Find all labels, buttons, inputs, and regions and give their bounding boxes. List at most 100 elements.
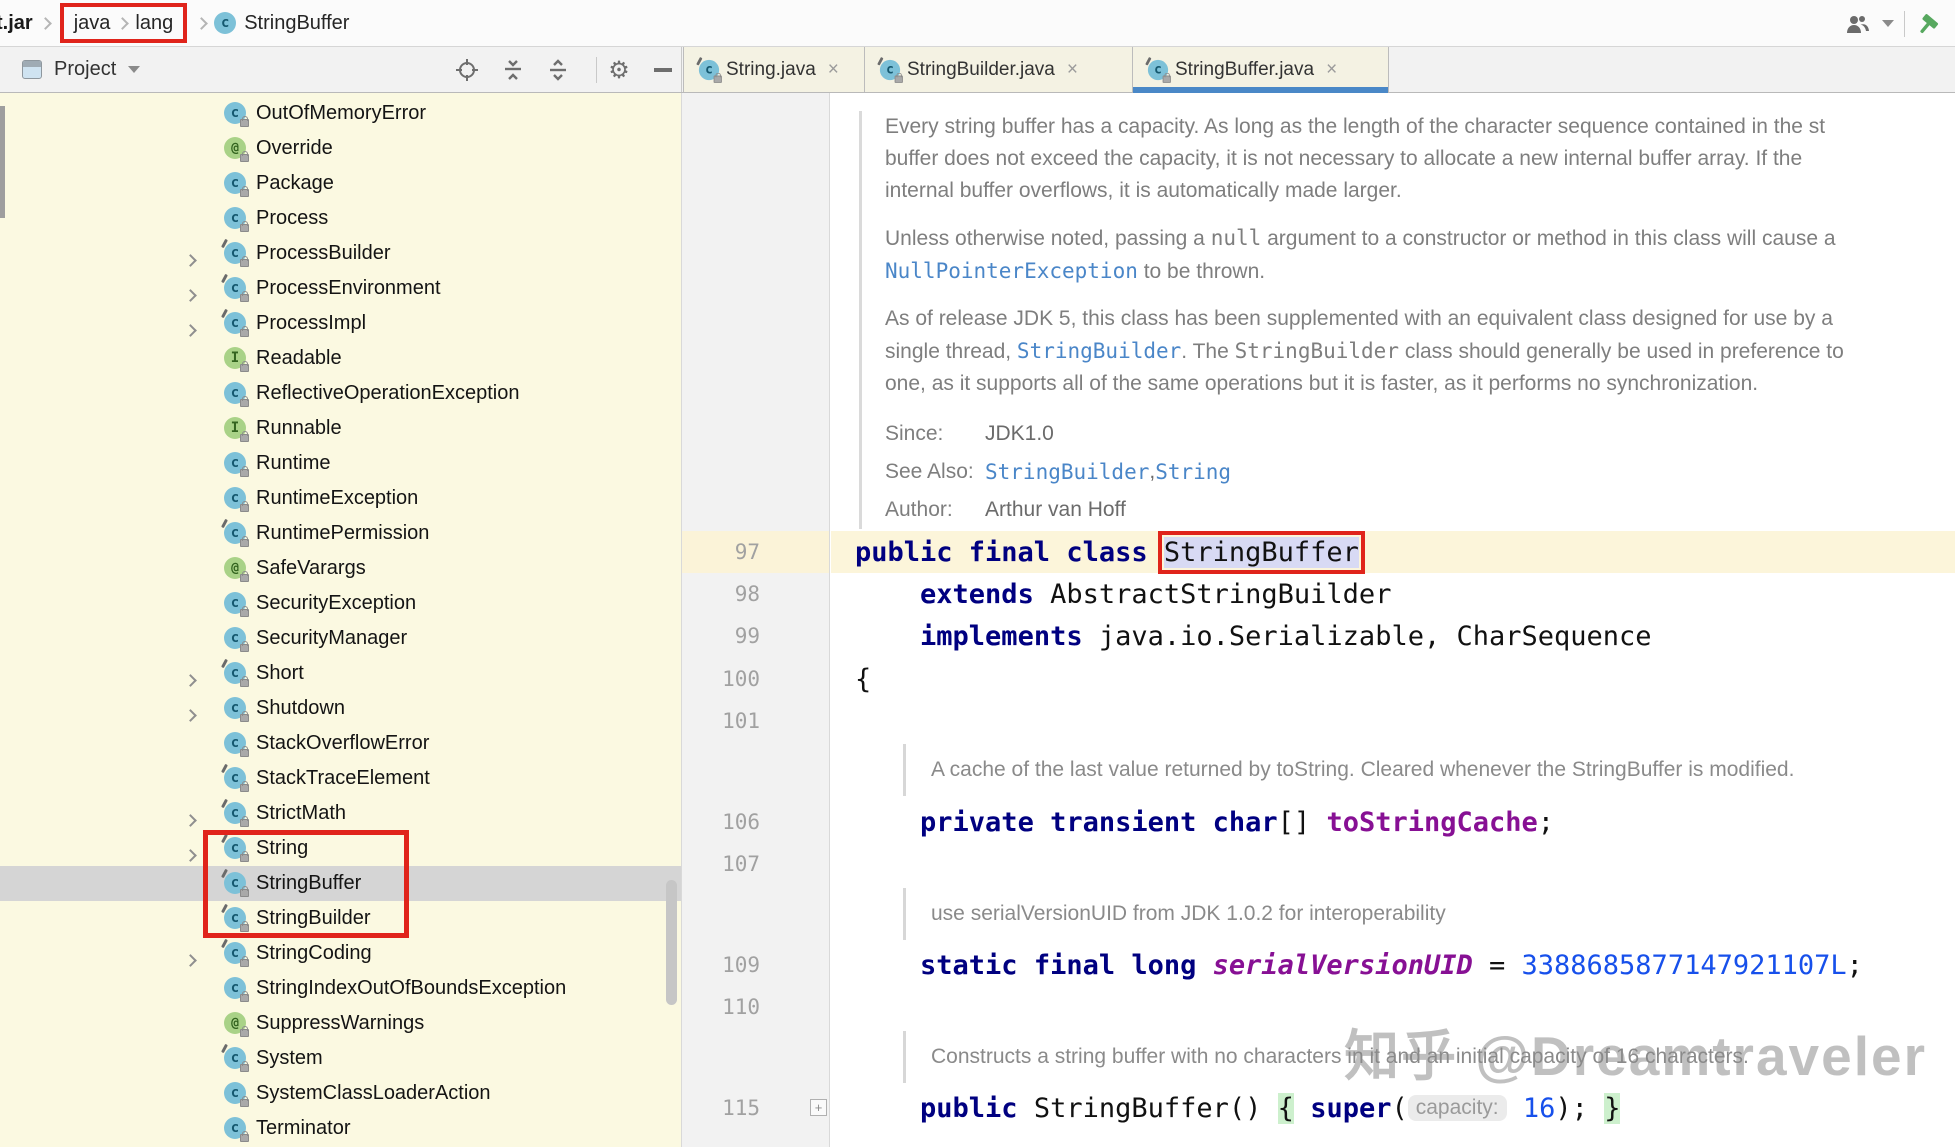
interface-icon: I xyxy=(224,417,249,442)
tree-scrollbar-thumb[interactable] xyxy=(666,880,677,1005)
tree-item-Runtime[interactable]: c Runtime xyxy=(0,446,681,481)
close-icon[interactable]: × xyxy=(828,59,839,81)
javadoc-meta-row: See Also: StringBuilder, String xyxy=(885,453,1955,491)
users-icon[interactable] xyxy=(1844,13,1894,35)
tree-item-Terminator[interactable]: c Terminator xyxy=(0,1111,681,1146)
hide-panel-icon[interactable] xyxy=(648,55,678,85)
project-dropdown-caret-icon[interactable] xyxy=(128,66,141,73)
code-line[interactable] xyxy=(831,700,1955,742)
breadcrumb-item-java[interactable]: java xyxy=(74,12,111,35)
annotation-icon: @ xyxy=(224,557,249,582)
lock-badge-icon xyxy=(240,221,249,232)
breadcrumb-item-jar[interactable]: t.jar xyxy=(0,12,33,35)
tree-item-StackOverflowError[interactable]: c StackOverflowError xyxy=(0,726,681,761)
expand-chevron-icon[interactable] xyxy=(184,948,197,971)
code-token: implements xyxy=(920,620,1083,652)
expand-chevron-icon[interactable] xyxy=(184,283,197,306)
expand-chevron-icon[interactable] xyxy=(184,843,197,866)
code-line[interactable]: { xyxy=(831,658,1955,700)
expand-chevron-icon[interactable] xyxy=(184,808,197,831)
tree-item-String[interactable]: c String xyxy=(0,831,681,866)
fold-expand-icon[interactable]: + xyxy=(810,1099,827,1116)
code-line[interactable] xyxy=(831,1137,1955,1147)
annotation-redbox-breadcrumb: java lang xyxy=(59,3,188,43)
tree-item-SuppressWarnings[interactable]: @ SuppressWarnings xyxy=(0,1006,681,1041)
tree-item-SecurityManager[interactable]: c SecurityManager xyxy=(0,621,681,656)
tree-item-OutOfMemoryError[interactable]: c OutOfMemoryError xyxy=(0,96,681,131)
tree-item-StringCoding[interactable]: c StringCoding xyxy=(0,936,681,971)
tree-item-SecurityException[interactable]: c SecurityException xyxy=(0,586,681,621)
code-line[interactable]: implements java.io.Serializable, CharSeq… xyxy=(831,615,1955,657)
tree-item-SafeVarargs[interactable]: @ SafeVarargs xyxy=(0,551,681,586)
tab-StringBuilder.java[interactable]: c StringBuilder.java × xyxy=(865,47,1133,92)
code-line[interactable]: public final class StringBuffer xyxy=(831,530,1955,574)
javadoc-link[interactable]: StringBuilder xyxy=(985,460,1149,484)
project-tool-icon[interactable] xyxy=(22,60,42,79)
class-icon: c xyxy=(877,56,903,83)
javadoc-link[interactable]: NullPointerException xyxy=(885,259,1138,283)
tree-item-StringIndexOutOfBoundsException[interactable]: c StringIndexOutOfBoundsException xyxy=(0,971,681,1006)
collapse-all-icon[interactable] xyxy=(498,55,528,85)
lock-badge-icon xyxy=(240,151,249,162)
tab-label: String.java xyxy=(726,58,816,80)
settings-gear-icon[interactable]: ⚙ xyxy=(604,55,634,85)
tree-item-StackTraceElement[interactable]: c StackTraceElement xyxy=(0,761,681,796)
tab-StringBuffer.java[interactable]: c StringBuffer.java × xyxy=(1133,47,1389,93)
javadoc-link[interactable]: String xyxy=(1155,460,1231,484)
tree-item-Runnable[interactable]: I Runnable xyxy=(0,411,681,446)
tree-item-RuntimeException[interactable]: c RuntimeException xyxy=(0,481,681,516)
tree-item-Shutdown[interactable]: c Shutdown xyxy=(0,691,681,726)
breadcrumb-item-class[interactable]: StringBuffer xyxy=(244,12,349,35)
tree-item-Short[interactable]: c Short xyxy=(0,656,681,691)
tree-item-ProcessEnvironment[interactable]: c ProcessEnvironment xyxy=(0,271,681,306)
build-hammer-icon[interactable] xyxy=(1915,11,1941,37)
locate-file-icon[interactable] xyxy=(452,55,482,85)
tree-item-StrictMath[interactable]: c StrictMath xyxy=(0,796,681,831)
tree-item-StringBuffer[interactable]: c StringBuffer xyxy=(0,866,681,901)
tree-item-Readable[interactable]: I Readable xyxy=(0,341,681,376)
close-icon[interactable]: × xyxy=(1326,59,1337,81)
tree-scrollbar-left[interactable] xyxy=(0,106,5,218)
lock-badge-icon xyxy=(240,816,249,827)
code-token: [] xyxy=(1277,806,1327,838)
tree-item-ProcessBuilder[interactable]: c ProcessBuilder xyxy=(0,236,681,271)
breadcrumb-item-lang[interactable]: lang xyxy=(135,12,173,35)
editor-pane[interactable]: Every string buffer has a capacity. As l… xyxy=(831,93,1955,1147)
code-token: ( xyxy=(1391,1092,1408,1124)
tree-item-ProcessImpl[interactable]: c ProcessImpl xyxy=(0,306,681,341)
code-line[interactable]: static final long serialVersionUID = 338… xyxy=(831,944,1955,986)
lock-badge-icon xyxy=(240,256,249,267)
code-line[interactable]: private transient char[] toStringCache; xyxy=(831,801,1955,843)
tree-item-Process[interactable]: c Process xyxy=(0,201,681,236)
javadoc-text: argument to a constructor or method in t… xyxy=(1261,227,1836,250)
code-token: } xyxy=(1604,1092,1621,1124)
code-line[interactable] xyxy=(831,843,1955,885)
tree-item-ReflectiveOperationException[interactable]: c ReflectiveOperationException xyxy=(0,376,681,411)
expand-all-icon[interactable] xyxy=(543,55,573,85)
close-icon[interactable]: × xyxy=(1067,59,1078,81)
class-icon: c xyxy=(221,833,249,862)
tree-item-StringBuilder[interactable]: c StringBuilder xyxy=(0,901,681,936)
tree-item-SystemClassLoaderAction[interactable]: c SystemClassLoaderAction xyxy=(0,1076,681,1111)
project-panel-title[interactable]: Project xyxy=(54,58,116,81)
tree-item-Package[interactable]: c Package xyxy=(0,166,681,201)
tree-item-RuntimePermission[interactable]: c RuntimePermission xyxy=(0,516,681,551)
code-line[interactable] xyxy=(831,986,1955,1028)
annotation-redbox-classname: StringBuffer xyxy=(1157,530,1365,574)
tree-item-label: StringBuilder xyxy=(256,907,371,929)
expand-chevron-icon[interactable] xyxy=(184,703,197,726)
expand-chevron-icon[interactable] xyxy=(184,668,197,691)
code-line[interactable]: extends AbstractStringBuilder xyxy=(831,573,1955,615)
expand-chevron-icon[interactable] xyxy=(184,248,197,271)
rendered-javadoc: Every string buffer has a capacity. As l… xyxy=(859,111,1955,529)
code-token: java.io.Serializable, CharSequence xyxy=(1082,620,1652,652)
tree-item-System[interactable]: c System xyxy=(0,1041,681,1076)
tab-String.java[interactable]: c String.java × xyxy=(683,47,865,92)
tree-item-Override[interactable]: @ Override xyxy=(0,131,681,166)
tree-item-label: RuntimeException xyxy=(256,487,419,509)
javadoc-link[interactable]: StringBuilder xyxy=(1017,339,1181,363)
code-line[interactable]: public StringBuffer() { super(capacity: … xyxy=(831,1087,1955,1129)
tree-item-label: ReflectiveOperationException xyxy=(256,382,520,404)
expand-chevron-icon[interactable] xyxy=(184,318,197,341)
